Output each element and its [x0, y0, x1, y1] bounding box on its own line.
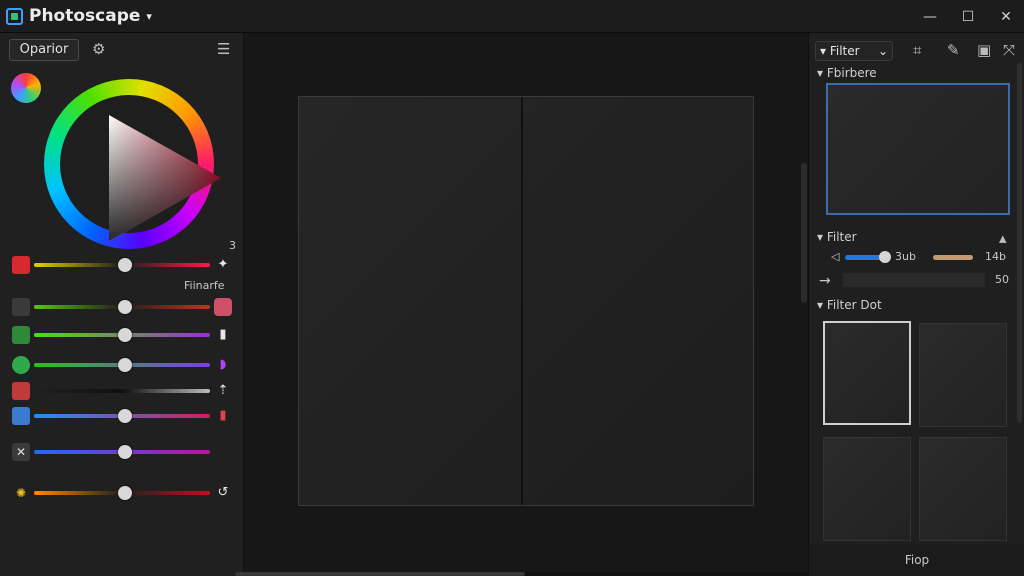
menu-icon[interactable]: ☰ — [217, 40, 230, 58]
filter-slider-c[interactable] — [843, 273, 985, 287]
chevron-up-icon[interactable]: ▴ — [999, 229, 1007, 247]
horizontal-scrollbar[interactable] — [235, 572, 807, 576]
color-triangle[interactable] — [109, 115, 221, 241]
image-canvas[interactable] — [298, 96, 754, 506]
section-filter-label: ▾ Filter — [817, 230, 857, 244]
tablet-icon[interactable]: ▣ — [977, 41, 991, 59]
filter-thumb-4[interactable] — [919, 437, 1007, 541]
label-mid: Fiinarfe — [184, 279, 225, 292]
preview-image-placeholder[interactable] — [826, 83, 1010, 215]
close-icon: ✕ — [12, 443, 30, 461]
brush-icon[interactable] — [214, 298, 232, 316]
filter-dropdown[interactable]: ▾ Filter ⌄ — [815, 41, 893, 61]
filter-value-a: 3ub — [895, 250, 916, 263]
cross-box-icon — [12, 382, 30, 400]
slider-green[interactable]: ▮ — [12, 326, 232, 344]
sparkle-icon: ✺ — [15, 486, 27, 500]
pen-icon[interactable]: ✎ — [947, 41, 960, 59]
slider-hue[interactable]: ✦ — [12, 256, 232, 274]
image-placeholder — [299, 97, 753, 505]
color-wheel[interactable] — [44, 79, 221, 249]
filter-thumb-2[interactable] — [919, 323, 1007, 427]
app-title: Photoscape — [29, 6, 141, 26]
photoscape-logo-icon — [6, 7, 23, 25]
crop-icon[interactable]: ⌗ — [913, 41, 921, 59]
hue-icon — [12, 256, 30, 274]
close-button[interactable]: ✕ — [996, 7, 1016, 27]
slider-temperature[interactable]: ✺ ↺ — [12, 484, 232, 502]
before-after-divider[interactable] — [521, 97, 523, 505]
value-top: 3 — [229, 239, 236, 252]
green-channel-icon — [12, 326, 30, 344]
section-preview-label: ▾ Fbirbere — [817, 66, 877, 80]
slider-start-icon: ◁ — [831, 250, 840, 263]
section-filter-dot-label: ▾ Filter Dot — [817, 298, 882, 312]
blue-channel-icon — [12, 407, 30, 425]
vertical-scrollbar[interactable] — [801, 163, 807, 303]
reset-icon[interactable]: ↺ — [214, 484, 232, 502]
funnel-icon — [12, 298, 30, 316]
half-circle-icon[interactable]: ◗ — [214, 356, 232, 374]
slider-tint[interactable]: ◗ — [12, 356, 232, 374]
filter-slider-b[interactable] — [933, 255, 973, 260]
app-menu[interactable]: Photoscape ▾ — [6, 6, 152, 26]
bottom-bar[interactable]: Fiop — [809, 544, 1024, 576]
bar-icon[interactable]: ▮ — [214, 326, 232, 344]
left-panel: Oparior ⚙ ☰ 3 ✦ Fiinarfe ▮ ◗ ⇡ ▮ ✕ ✺ ↺ — [0, 33, 244, 576]
color-palette-icon[interactable] — [11, 73, 41, 103]
canvas-area — [235, 33, 807, 576]
slider-exposure[interactable]: ⇡ — [12, 382, 232, 400]
filter-value-b: 14b — [985, 250, 1006, 263]
pin-icon[interactable]: ✦ — [214, 256, 232, 274]
gear-icon[interactable]: ⚙ — [92, 40, 105, 58]
dot-icon — [12, 356, 30, 374]
filter-thumb-3[interactable] — [823, 437, 911, 541]
up-arrow-icon[interactable]: ⇡ — [214, 382, 232, 400]
chevron-down-icon: ▾ — [146, 9, 152, 23]
title-bar: Photoscape ▾ — ☐ ✕ — [0, 0, 1024, 33]
right-scrollbar[interactable] — [1017, 63, 1022, 423]
arrow-right-icon[interactable]: → — [819, 273, 831, 289]
slider-vibrance[interactable]: ✕ — [12, 443, 232, 461]
right-panel: ▾ Filter ⌄ ⌗ ✎ ▣ ⤧ ▾ Fbirbere ▾ Filter ▴… — [808, 33, 1024, 576]
minimize-button[interactable]: — — [920, 7, 940, 27]
filter-thumb-1[interactable] — [823, 321, 911, 425]
marker-icon[interactable]: ▮ — [214, 407, 232, 425]
maximize-button[interactable]: ☐ — [958, 7, 978, 27]
color-wheel-center — [60, 95, 221, 241]
filter-value-c: 50 — [995, 273, 1009, 286]
slider-saturation[interactable] — [12, 298, 232, 316]
collapse-icon[interactable]: ⤧ — [1003, 41, 1015, 59]
oparior-tab[interactable]: Oparior — [9, 39, 79, 61]
slider-blue[interactable]: ▮ — [12, 407, 232, 425]
